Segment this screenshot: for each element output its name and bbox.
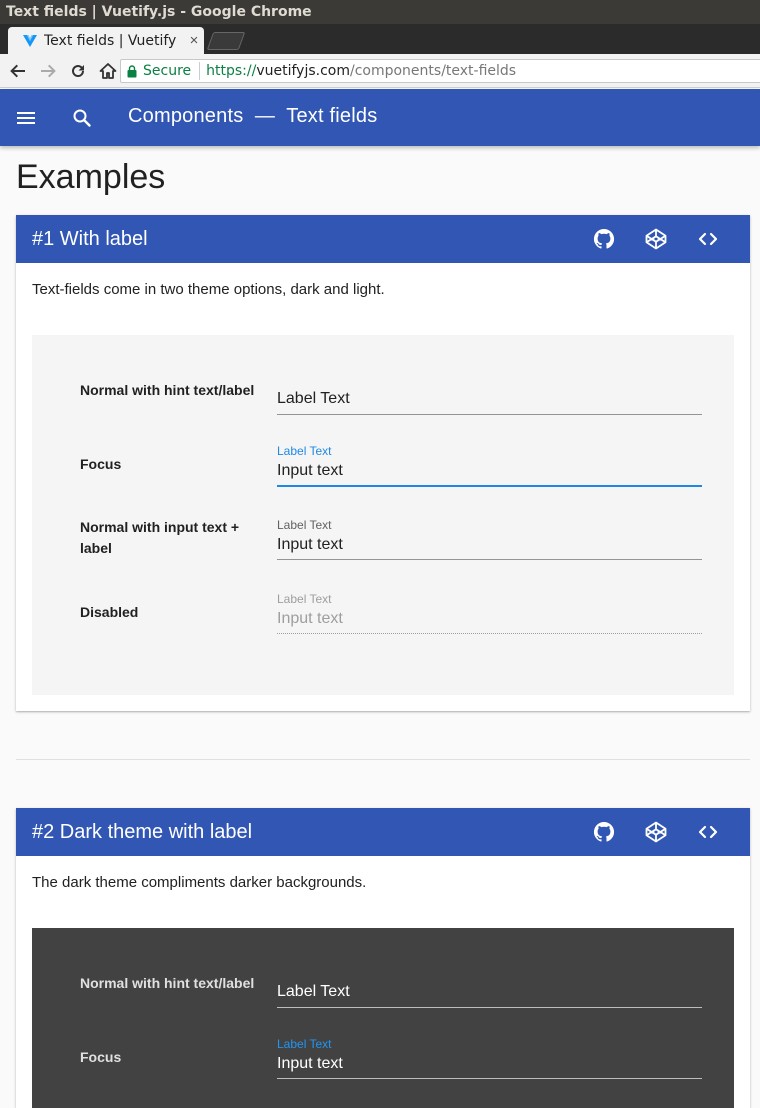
field-underline [277,1078,702,1079]
lock-icon [127,64,137,77]
tab-title: Text fields | Vuetify [44,32,177,49]
row-label: Normal with hint text/label [80,382,255,398]
url-scheme: https:// [206,63,257,79]
field-label: Label Text [277,1037,332,1051]
text-field-focus[interactable]: Label Text Input text [277,1037,702,1079]
codepen-icon[interactable] [644,820,668,844]
new-tab-button[interactable] [206,32,246,50]
field-label: Label Text [277,592,332,606]
app-title: Components — Text fields [128,105,378,127]
vuetify-favicon-icon [23,34,37,47]
text-field-focus[interactable]: Label Text Input text [277,444,702,487]
field-label: Label Text [277,518,332,532]
text-field-hint[interactable]: Label Text [277,388,702,415]
card-header: #2 Dark theme with label [16,808,750,856]
omnibox-separator [199,62,201,80]
card-title: #1 With label [32,227,148,250]
reload-icon [72,64,84,77]
field-value: Input text [277,536,343,553]
field-underline [277,559,702,560]
row-label: Focus [80,456,122,472]
menu-icon[interactable] [14,106,38,130]
back-icon [10,64,25,77]
field-value: Input text [277,462,343,479]
row-label: Normal with hint text/label [80,975,255,991]
github-icon[interactable] [592,820,616,844]
field-value: Input text [277,610,343,627]
field-placeholder: Label Text [277,983,350,1000]
tab-strip: Text fields | Vuetify × [0,24,760,54]
search-icon[interactable] [70,106,94,130]
window-title: Text fields | Vuetify.js - Google Chrome [0,0,760,24]
field-underline [277,414,702,415]
row-label: Normal with input text + label [80,519,240,556]
back-button[interactable] [4,57,32,85]
forward-button[interactable] [34,57,62,85]
github-icon[interactable] [592,227,616,251]
browser-tab[interactable]: Text fields | Vuetify × [8,27,204,54]
browser-toolbar: Secure https:// vuetifyjs.com /component… [0,54,760,88]
reload-button[interactable] [64,57,92,85]
field-underline [277,633,702,634]
field-underline [277,485,702,487]
card-description: The dark theme compliments darker backgr… [32,874,367,891]
text-field-hint[interactable]: Label Text [277,981,702,1008]
codepen-icon[interactable] [644,227,668,251]
row-label: Focus [80,1049,122,1065]
secure-label: Secure [143,63,192,79]
tab-close-icon[interactable]: × [184,32,204,49]
card-description: Text-fields come in two theme options, d… [32,281,385,298]
app-toolbar: Components — Text fields [0,89,760,146]
url-path: /components/text-fields [349,63,517,79]
home-button[interactable] [94,57,122,85]
text-field-normal[interactable]: Label Text Input text [277,518,702,560]
url-host: vuetifyjs.com [256,63,350,79]
card-header: #1 With label [16,215,750,263]
section-divider [16,759,750,760]
page-title: Examples [16,158,166,196]
example-card-1: #1 With label Text-fields come in two th… [16,215,750,711]
code-icon[interactable] [696,227,720,251]
example-panel-light: Normal with hint text/label Label Text F… [32,335,734,695]
row-label: Disabled [80,604,139,620]
example-card-2: #2 Dark theme with label The dark theme … [16,808,750,1108]
text-field-disabled: Label Text Input text [277,592,702,634]
card-title: #2 Dark theme with label [32,820,253,843]
field-label: Label Text [277,444,332,458]
field-underline [277,1007,702,1008]
field-value: Input text [277,1055,343,1072]
field-placeholder: Label Text [277,390,350,407]
address-bar[interactable]: Secure https:// vuetifyjs.com /component… [120,59,760,83]
code-icon[interactable] [696,820,720,844]
home-icon [99,62,117,79]
forward-icon [41,64,56,77]
example-panel-dark: Normal with hint text/label Label Text F… [32,928,734,1108]
